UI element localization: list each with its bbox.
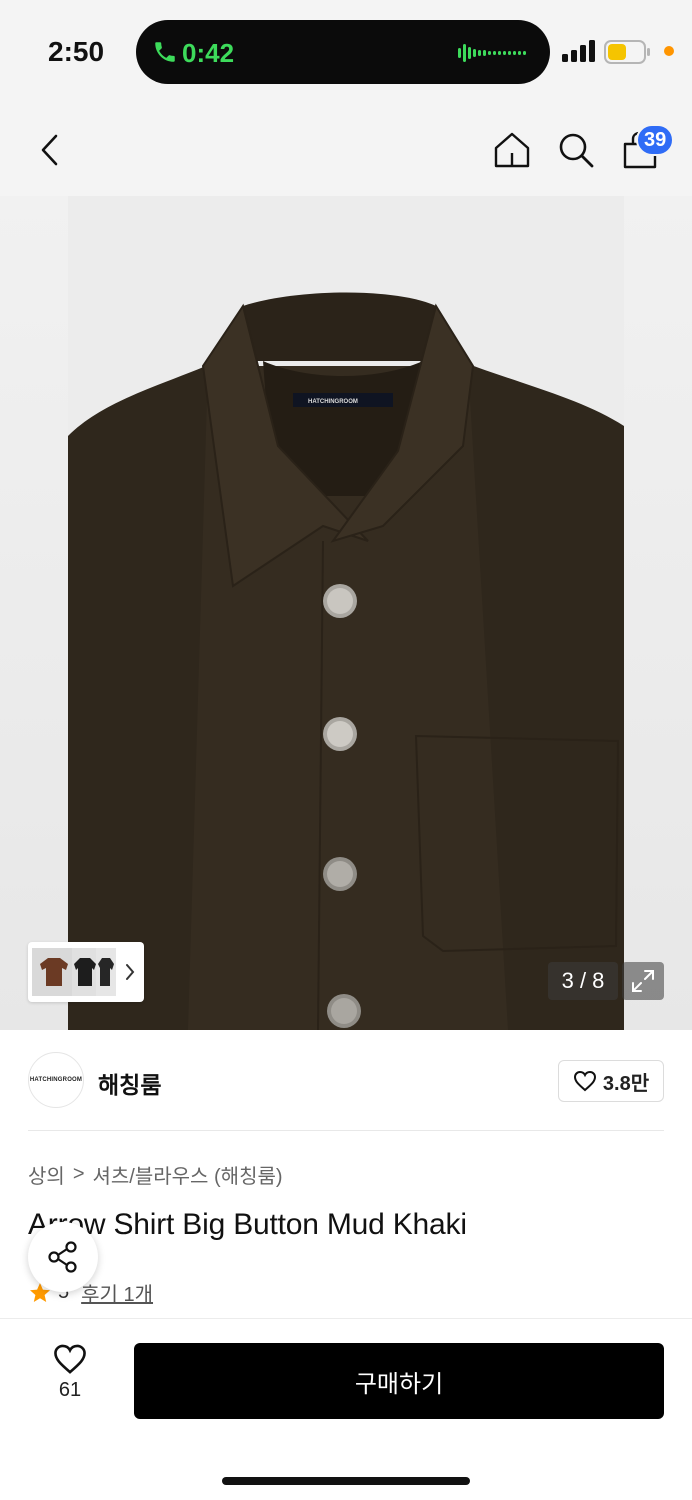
thumbnail-strip[interactable] xyxy=(28,942,144,1002)
phone-icon xyxy=(155,42,175,62)
thumbnail-dark-shirt[interactable] xyxy=(96,948,116,996)
battery-icon xyxy=(604,40,650,64)
top-navigation: 39 xyxy=(0,104,692,196)
cellular-signal-icon xyxy=(562,40,595,62)
brand-logo[interactable]: HATCHINGROOM xyxy=(28,1052,84,1108)
brand-name[interactable]: 해칭룸 xyxy=(98,1066,161,1100)
breadcrumb-category[interactable]: 상의 xyxy=(28,1160,65,1189)
call-duration: 0:42 xyxy=(182,38,235,68)
status-bar: 2:50 0:42 xyxy=(0,0,692,104)
share-icon xyxy=(48,1241,77,1273)
product-image: HATCHINGROOM xyxy=(68,196,624,1030)
cart-count-badge: 39 xyxy=(636,124,675,156)
breadcrumb-subcategory[interactable]: 셔츠/블라우스 (해칭룸) xyxy=(93,1160,283,1189)
wishlist-count: 61 xyxy=(58,1379,82,1401)
heart-outline-icon xyxy=(54,1344,86,1374)
audio-wave-icon xyxy=(458,44,526,62)
brand-like-count: 3.8만 xyxy=(602,1072,650,1095)
bottom-action-bar: 61 구매하기 xyxy=(0,1318,692,1500)
brand-like-button[interactable]: 3.8만 xyxy=(558,1060,664,1102)
home-button[interactable] xyxy=(490,128,534,172)
buy-button[interactable]: 구매하기 xyxy=(134,1343,664,1419)
product-title: Arrow Shirt Big Button Mud Khaki xyxy=(28,1208,467,1241)
review-count-link[interactable]: 후기 1개 xyxy=(81,1278,153,1307)
status-time: 2:50 xyxy=(48,36,105,67)
page-indicator: 3 / 8 xyxy=(548,962,618,1000)
breadcrumb-separator-icon: > xyxy=(72,1163,85,1185)
divider xyxy=(28,1130,664,1131)
thumbnail-black-shirt[interactable] xyxy=(72,948,98,996)
dynamic-island[interactable]: 0:42 xyxy=(136,20,550,84)
breadcrumb: 상의 > 셔츠/블라우스 (해칭룸) xyxy=(28,1160,283,1189)
privacy-indicator xyxy=(664,46,674,56)
wishlist-button[interactable]: 61 xyxy=(40,1343,100,1423)
home-icon xyxy=(494,132,530,168)
brand-label-text: HATCHINGROOM xyxy=(308,399,358,405)
heart-outline-icon xyxy=(573,1070,596,1092)
chevron-right-icon xyxy=(126,964,135,980)
product-image-gallery[interactable]: HATCHINGROOM 3 / 8 xyxy=(0,196,692,1030)
home-indicator xyxy=(222,1477,470,1485)
share-button[interactable] xyxy=(28,1222,98,1292)
back-button[interactable] xyxy=(28,128,72,172)
chevron-left-icon xyxy=(41,134,58,166)
expand-icon xyxy=(632,970,654,992)
brand-row[interactable]: HATCHINGROOM 해칭룸 3.8만 xyxy=(0,1030,692,1130)
thumbnail-brown-shirt[interactable] xyxy=(32,948,76,996)
search-button[interactable] xyxy=(554,128,598,172)
expand-button[interactable] xyxy=(622,962,664,1000)
search-icon xyxy=(559,133,594,168)
